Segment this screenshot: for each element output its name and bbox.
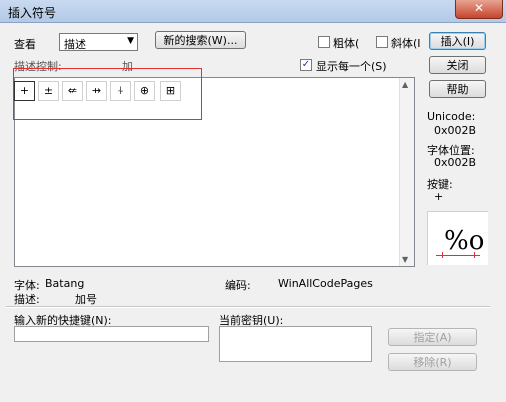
show-each-checkbox[interactable]: ✓ xyxy=(300,59,312,71)
char-position-value: 0x002B xyxy=(434,156,477,169)
description-label: 描述: xyxy=(14,293,40,306)
divider xyxy=(6,306,490,308)
assign-button[interactable]: 指定(A) xyxy=(388,328,477,346)
unicode-value: 0x002B xyxy=(434,124,477,137)
help-button[interactable]: 帮助 xyxy=(429,80,486,98)
view-dropdown[interactable]: 描述 ▼ xyxy=(59,33,138,51)
scroll-up-icon[interactable]: ▲ xyxy=(402,80,408,89)
encoding-value: WinAllCodePages xyxy=(278,277,373,290)
current-key-list[interactable] xyxy=(219,326,372,362)
font-value: Batang xyxy=(45,277,85,290)
remove-button[interactable]: 移除(R) xyxy=(388,353,477,371)
encoding-label: 编码: xyxy=(225,279,251,292)
glyph-preview: %o xyxy=(427,211,488,265)
show-each-label: 显示每一个(S) xyxy=(316,60,387,73)
highlight-box xyxy=(13,68,202,120)
bold-label: 粗体( xyxy=(333,37,360,50)
preview-glyph: %o xyxy=(444,226,485,256)
scroll-down-icon[interactable]: ▼ xyxy=(402,255,408,264)
close-icon[interactable]: ✕ xyxy=(455,0,503,19)
title-bar: 插入符号 ✕ xyxy=(0,0,506,23)
left-bearing-marker xyxy=(442,252,443,258)
description-value: 加号 xyxy=(75,293,97,306)
italic-label: 斜体(I xyxy=(391,37,421,50)
new-shortcut-input[interactable] xyxy=(14,326,209,342)
italic-checkbox[interactable] xyxy=(376,36,388,48)
key-value: + xyxy=(434,190,444,203)
view-label: 查看 xyxy=(14,38,36,51)
window-title: 插入符号 xyxy=(8,6,57,20)
close-button[interactable]: 关闭 xyxy=(429,56,486,74)
new-search-button[interactable]: 新的搜索(W)... xyxy=(155,31,246,49)
chevron-down-icon: ▼ xyxy=(127,36,134,46)
unicode-label: Unicode: xyxy=(427,110,476,123)
right-bearing-marker xyxy=(474,252,475,258)
check-icon: ✓ xyxy=(301,59,311,70)
insert-button[interactable]: 插入(I) xyxy=(429,32,486,50)
bold-checkbox[interactable] xyxy=(318,36,330,48)
vertical-scrollbar[interactable]: ▲ ▼ xyxy=(399,78,414,266)
view-selected-value: 描述 xyxy=(64,38,86,51)
